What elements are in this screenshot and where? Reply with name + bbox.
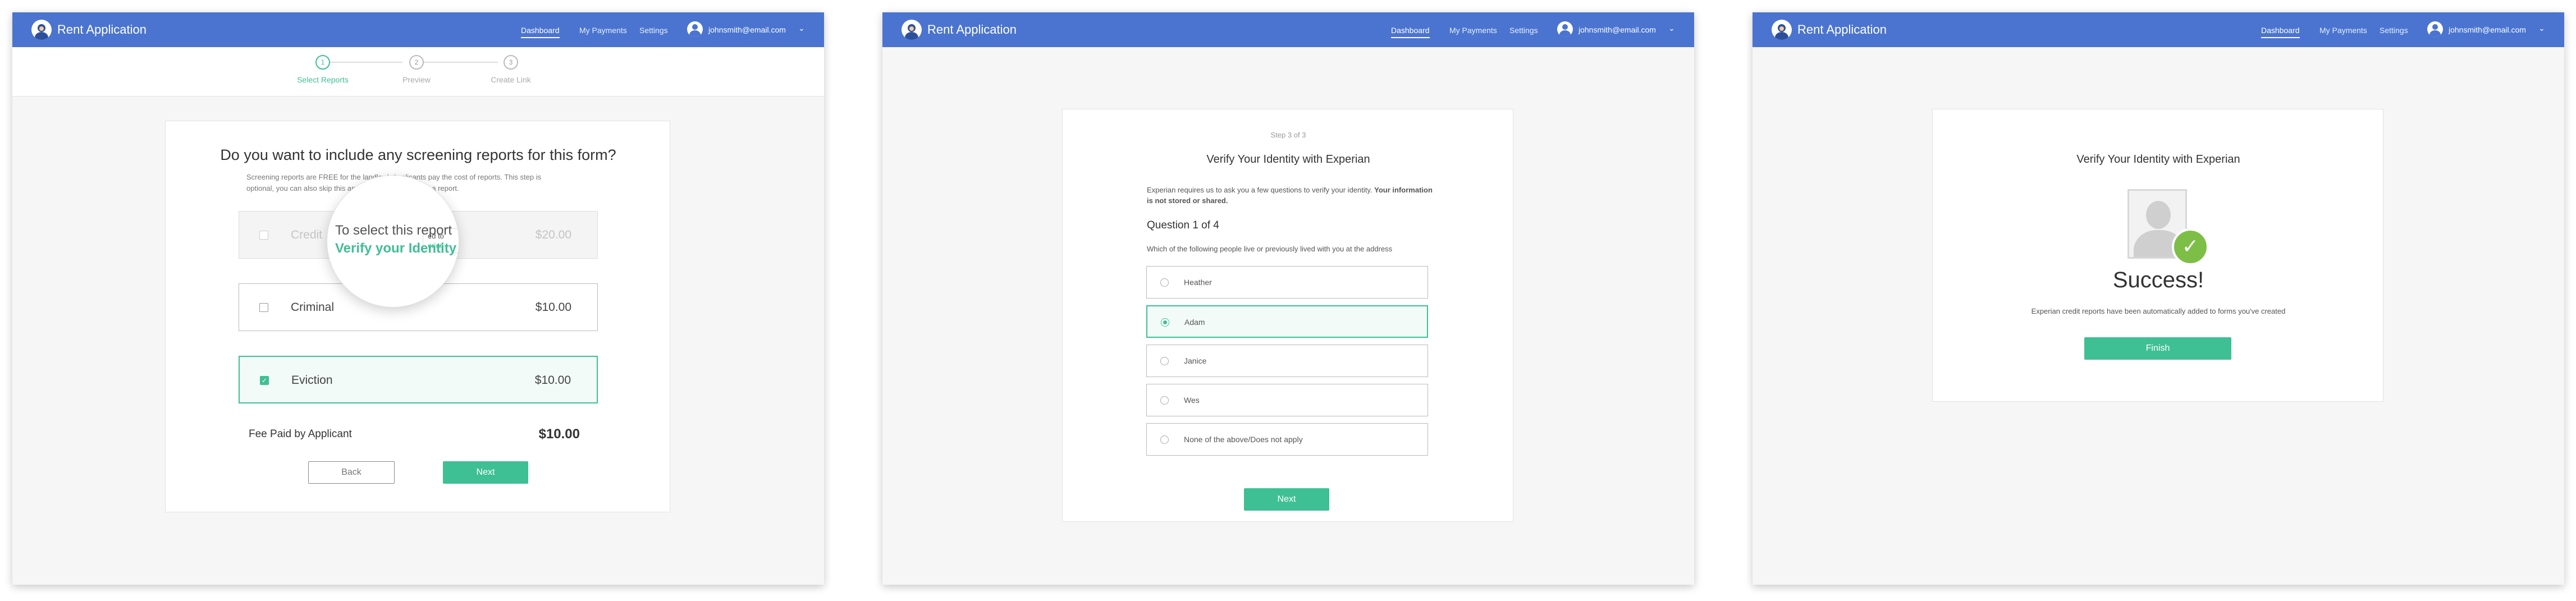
- answer-option-selected[interactable]: Adam: [1146, 305, 1428, 338]
- nav-dashboard[interactable]: Dashboard: [1391, 26, 1430, 38]
- answer-option[interactable]: Janice: [1146, 345, 1428, 377]
- next-button[interactable]: Next: [1244, 488, 1329, 511]
- user-avatar-icon[interactable]: [2427, 21, 2443, 37]
- card-title: Verify Your Identity with Experian: [1206, 153, 1370, 166]
- app-title: Rent Application: [927, 22, 1017, 36]
- answer-label: Adam: [1184, 318, 1205, 327]
- checkbox[interactable]: [259, 231, 268, 240]
- checkmark-badge-icon: ✓: [2172, 228, 2209, 265]
- step-connector: [424, 62, 498, 63]
- answer-option[interactable]: Heather: [1146, 266, 1428, 299]
- step-1-circle: 1: [315, 55, 330, 70]
- tooltip-magnifier: ed to erian To select this report Verify…: [327, 175, 459, 308]
- user-avatar-icon[interactable]: [687, 21, 703, 37]
- nav-dashboard[interactable]: Dashboard: [2261, 26, 2300, 38]
- nav-settings[interactable]: Settings: [2380, 26, 2408, 35]
- answer-label: None of the above/Does not apply: [1184, 435, 1303, 444]
- progress-stepper: 1 2 3 Select Reports Preview Create Link: [12, 47, 824, 97]
- radio-button[interactable]: [1160, 278, 1169, 287]
- step-connector: [330, 62, 402, 63]
- step-3-label: Create Link: [491, 75, 531, 84]
- nav-my-payments[interactable]: My Payments: [2319, 26, 2367, 35]
- chevron-down-icon[interactable]: ⌄: [2538, 24, 2545, 33]
- back-button[interactable]: Back: [308, 461, 395, 484]
- chevron-down-icon[interactable]: ⌄: [798, 24, 805, 33]
- user-email[interactable]: johnsmith@email.com: [1578, 25, 1656, 34]
- option-label: Credit: [291, 228, 323, 241]
- success-heading: Success!: [2112, 268, 2204, 292]
- app-title: Rent Application: [57, 22, 147, 36]
- option-label: Eviction: [291, 374, 333, 387]
- page-title: Do you want to include any screening rep…: [220, 146, 616, 163]
- question-heading: Question 1 of 4: [1147, 219, 1219, 231]
- top-navbar: Rent Application Dashboard My Payments S…: [12, 12, 824, 47]
- app-logo[interactable]: [31, 20, 52, 40]
- option-price: $10.00: [535, 301, 571, 314]
- success-message: Experian credit reports have been automa…: [2031, 307, 2286, 315]
- user-email[interactable]: johnsmith@email.com: [2449, 25, 2526, 34]
- next-button[interactable]: Next: [443, 461, 528, 484]
- checkbox-checked-icon[interactable]: ✓: [260, 376, 269, 385]
- step-indicator: Step 3 of 3: [1270, 131, 1306, 139]
- app-logo[interactable]: [902, 20, 922, 40]
- radio-button[interactable]: [1160, 357, 1169, 365]
- nav-dashboard[interactable]: Dashboard: [521, 26, 560, 38]
- nav-my-payments[interactable]: My Payments: [579, 26, 627, 35]
- user-email[interactable]: johnsmith@email.com: [708, 25, 786, 34]
- answer-label: Wes: [1184, 396, 1200, 405]
- verify-identity-link[interactable]: Verify your Identity: [335, 241, 456, 256]
- radio-button[interactable]: [1160, 396, 1169, 405]
- nav-my-payments[interactable]: My Payments: [1449, 26, 1497, 35]
- top-navbar: Rent Application Dashboard My Payments S…: [882, 12, 1694, 47]
- chevron-down-icon[interactable]: ⌄: [1668, 24, 1675, 33]
- screen-select-reports: Rent Application Dashboard My Payments S…: [12, 12, 824, 585]
- nav-settings[interactable]: Settings: [1509, 26, 1538, 35]
- intro-text: Experian requires us to ask you a few qu…: [1147, 186, 1433, 205]
- screen-verify-questions: Rent Application Dashboard My Payments S…: [882, 12, 1694, 585]
- finish-button[interactable]: Finish: [2084, 337, 2231, 360]
- app-title: Rent Application: [1797, 22, 1887, 36]
- option-price: $20.00: [535, 228, 571, 241]
- radio-button[interactable]: [1160, 435, 1169, 444]
- step-2-label: Preview: [402, 75, 431, 84]
- report-option-eviction[interactable]: ✓ Eviction $10.00: [239, 356, 598, 403]
- option-price: $10.00: [534, 374, 571, 387]
- radio-button-checked[interactable]: [1161, 318, 1169, 327]
- tooltip-line-1: To select this report: [335, 223, 452, 238]
- checkbox[interactable]: [259, 303, 268, 312]
- step-3-circle: 3: [504, 55, 518, 70]
- top-navbar: Rent Application Dashboard My Payments S…: [1753, 12, 2564, 47]
- fee-value: $10.00: [538, 426, 580, 442]
- app-logo[interactable]: [1772, 20, 1792, 40]
- answer-label: Heather: [1184, 278, 1212, 287]
- user-avatar-icon[interactable]: [1557, 21, 1573, 37]
- step-2-circle: 2: [409, 55, 424, 70]
- screen-verify-success: Rent Application Dashboard My Payments S…: [1753, 12, 2564, 585]
- nav-settings[interactable]: Settings: [639, 26, 668, 35]
- answer-option[interactable]: Wes: [1146, 384, 1428, 416]
- step-1-label: Select Reports: [297, 75, 349, 84]
- answer-option[interactable]: None of the above/Does not apply: [1146, 423, 1428, 456]
- card-title: Verify Your Identity with Experian: [2076, 153, 2240, 166]
- option-label: Criminal: [291, 301, 335, 314]
- fee-label: Fee Paid by Applicant: [249, 428, 352, 440]
- question-text: Which of the following people live or pr…: [1147, 245, 1393, 253]
- answer-label: Janice: [1184, 356, 1207, 365]
